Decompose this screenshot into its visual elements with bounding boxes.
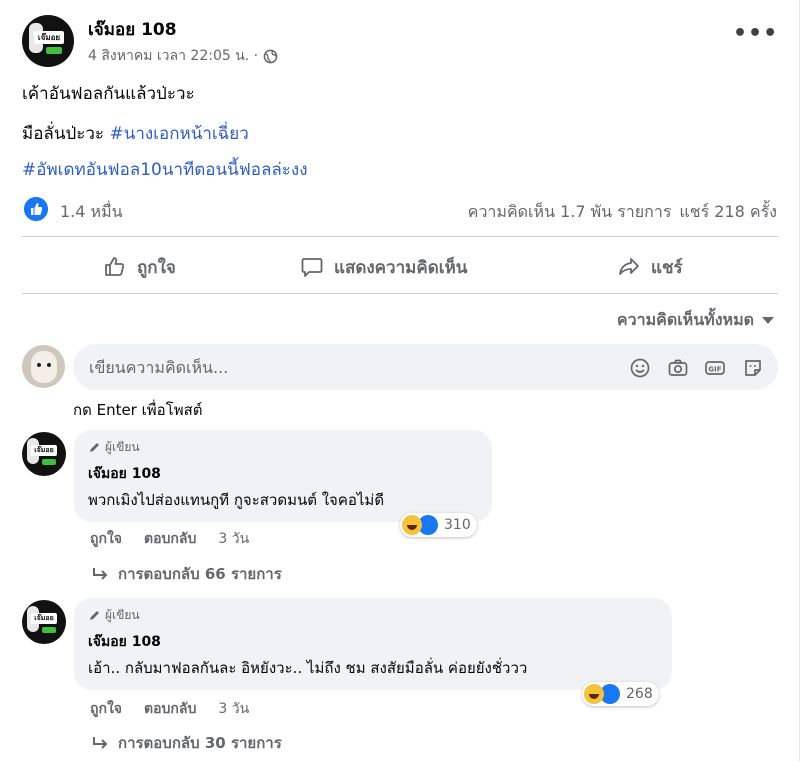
more-options-button[interactable]: ••• [733, 23, 777, 54]
like-label: ถูกใจ [137, 257, 176, 278]
like-reaction-icon[interactable] [24, 197, 48, 221]
divider [22, 293, 778, 294]
share-icon [619, 258, 639, 275]
replies-label: การตอบกลับ 66 รายการ [118, 565, 282, 583]
post-line-2-text: มือลั่นป่ะวะ [22, 124, 110, 144]
comment-text: เอ้า.. กลับมาฟอลกันละ อิหยังวะ.. ไม่ถึง … [88, 659, 528, 677]
comment-count[interactable]: ความคิดเห็น 1.7 พัน รายการ [468, 200, 672, 225]
comment-avatar[interactable]: เจ๊มอย [22, 432, 66, 476]
author-badge-label: ผู้เขียน [105, 608, 140, 622]
like-button[interactable]: ถูกใจ [103, 252, 176, 282]
comment-bubble: ผู้เขียน เจ๊มอย 108 เอ้า.. กลับมาฟอลกันล… [74, 598, 672, 690]
comment-author[interactable]: เจ๊มอย 108 [88, 463, 478, 485]
sticker-icon[interactable] [742, 357, 764, 379]
filter-label: ความคิดเห็นทั้งหมด [616, 310, 754, 329]
haha-reaction-icon [584, 684, 604, 704]
author-badge: ผู้เขียน [88, 438, 478, 457]
pencil-icon [90, 443, 99, 452]
comment-avatar[interactable]: เจ๊มอย [22, 600, 66, 644]
post-line-2: มือลั่นป่ะวะ #นางเอกหน้าเฉี่ยว [22, 120, 249, 147]
reaction-summary[interactable]: 310 [400, 513, 477, 537]
page-avatar[interactable]: เจ๊มอย [22, 15, 74, 67]
comment-time[interactable]: 3 วัน [218, 528, 249, 550]
reply-arrow-icon [93, 568, 108, 580]
like-count[interactable]: 1.4 หมื่น [60, 200, 123, 225]
reaction-count: 268 [626, 686, 653, 702]
share-button[interactable]: แชร์ [617, 252, 683, 282]
reply-arrow-icon [93, 737, 108, 749]
post-line-1: เค้าอันฟอลกันแล้วป่ะวะ [22, 84, 195, 104]
author-badge: ผู้เขียน [88, 606, 658, 625]
post-timestamp[interactable]: 4 สิงหาคม เวลา 22:05 น. · [88, 45, 278, 67]
gif-icon[interactable]: GIF [704, 357, 726, 379]
replies-label: การตอบกลับ 30 รายการ [118, 734, 282, 752]
user-avatar[interactable] [22, 345, 65, 388]
comment-filter-dropdown[interactable]: ความคิดเห็นทั้งหมด [617, 308, 774, 333]
thumbs-up-icon [105, 257, 125, 276]
hashtag-link[interactable]: #นางเอกหน้าเฉี่ยว [109, 124, 248, 144]
caret-down-icon [762, 317, 774, 324]
comment-actions: ถูกใจ ตอบกลับ 3 วัน [90, 528, 249, 550]
comment-text: พวกเมิงไปส่องแทนกูที กูจะสวดมนต์ ใจคอไม่… [88, 491, 385, 509]
comment-label: แสดงความคิดเห็น [334, 257, 468, 278]
camera-icon[interactable] [667, 357, 689, 379]
reaction-count: 310 [444, 517, 471, 533]
comment-like-link[interactable]: ถูกใจ [90, 698, 122, 720]
divider [22, 236, 778, 237]
facebook-post: เจ๊มอย เจ๊มอย 108 4 สิงหาคม เวลา 22:05 น… [0, 0, 800, 761]
haha-reaction-icon [402, 515, 422, 535]
enter-to-post-hint: กด Enter เพื่อโพสต์ [73, 401, 203, 419]
view-replies-link[interactable]: การตอบกลับ 30 รายการ [92, 731, 282, 755]
comment-reply-link[interactable]: ตอบกลับ [144, 528, 196, 550]
hashtag-link-2[interactable]: #อัพเดทอันฟอล10นาทีตอนนี้ฟอลล่ะงง [22, 156, 308, 183]
comment-actions: ถูกใจ ตอบกลับ 3 วัน [90, 698, 249, 720]
comment-input[interactable] [89, 344, 589, 390]
comment-icon [301, 258, 323, 277]
share-count[interactable]: แชร์ 218 ครั้ง [679, 200, 777, 225]
comment-composer[interactable]: GIF [73, 344, 778, 390]
comment-reply-link[interactable]: ตอบกลับ [144, 698, 196, 720]
svg-text:GIF: GIF [708, 366, 721, 374]
comment-author[interactable]: เจ๊มอย 108 [88, 631, 658, 653]
stats-summary: ความคิดเห็น 1.7 พัน รายการ แชร์ 218 ครั้… [468, 200, 777, 225]
reaction-summary[interactable]: 268 [582, 682, 659, 706]
comment-like-link[interactable]: ถูกใจ [90, 528, 122, 550]
share-label: แชร์ [651, 257, 683, 278]
comment-time[interactable]: 3 วัน [218, 698, 249, 720]
post-time-text[interactable]: 4 สิงหาคม เวลา 22:05 น. · [88, 45, 258, 67]
author-badge-label: ผู้เขียน [105, 440, 140, 454]
pencil-icon [90, 611, 99, 620]
globe-icon [263, 49, 278, 63]
comment-bubble: ผู้เขียน เจ๊มอย 108 พวกเมิงไปส่องแทนกูที… [74, 430, 492, 522]
emoji-icon[interactable] [629, 357, 651, 379]
comment-button[interactable]: แสดงความคิดเห็น [300, 252, 467, 282]
page-name[interactable]: เจ๊มอย 108 [88, 16, 177, 43]
view-replies-link[interactable]: การตอบกลับ 66 รายการ [92, 562, 282, 586]
